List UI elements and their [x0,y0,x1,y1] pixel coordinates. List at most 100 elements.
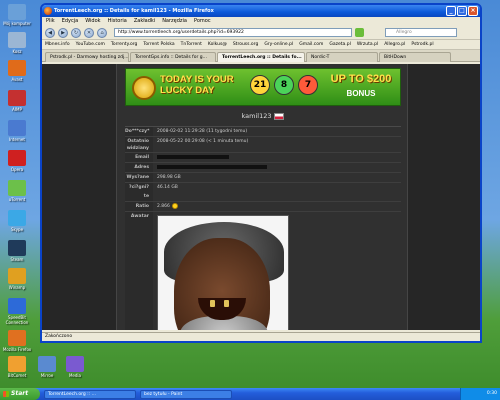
desktop-icon-skype[interactable]: Skype [0,210,34,232]
menu-file[interactable]: Plik [46,17,55,26]
utorrent-icon [8,180,26,196]
ad-banner[interactable]: TODAY IS YOUR LUCKY DAY 21 8 7 UP TO $20… [125,68,401,106]
tab-bithdown[interactable]: BitHDown [379,52,451,62]
casino-logo-icon [132,76,156,100]
bookmark-item[interactable]: TnTorrent [181,40,202,49]
desktop-icon-recycle-bin[interactable]: Kosz [0,32,34,54]
desktop-icon-winamp[interactable]: Winamp [0,268,34,290]
computer-icon [8,4,26,20]
table-row: ?ci?gni?te 46.14 GB [125,183,401,202]
bookmark-item[interactable]: Gmail.com [299,40,323,49]
back-button[interactable]: ◀ [45,27,55,38]
row-label: Ratio [125,202,153,211]
bookmarks-toolbar: Mbnes.info YouTube.com Torrenty.org Torr… [42,40,480,50]
firefox-window: TorrentLeech.org :: Details for kamil123… [40,3,482,343]
table-row: Awatar [125,212,401,330]
bitcomet-icon [8,356,26,372]
bookmark-item[interactable]: YouTube.com [76,40,105,49]
tab-torrentleech[interactable]: TorrentLeech.org :: Details fo... [217,52,305,62]
desktop-icon-utorrent[interactable]: uTorrent [0,180,34,202]
bookmark-item[interactable]: Pstrodk.pl [411,40,433,49]
go-button[interactable] [355,28,364,37]
menu-help[interactable]: Pomoc [194,17,211,26]
bookmark-item[interactable]: Gazeta.pl [329,40,350,49]
desktop-icon-bitcomet[interactable]: BitComet [0,356,34,378]
tab-postimg[interactable]: Pstrodk.pl - Darmowy hosting zdj... [45,52,129,62]
bookmark-item[interactable]: Mbnes.info [45,40,70,49]
bookmark-item[interactable]: Allegro.pl [384,40,405,49]
menu-bar: Plik Edycja Widok Historia Zakładki Narz… [42,17,480,26]
taskbar-item-firefox[interactable]: TorrentLeech.org :: ... [44,389,136,399]
avatar-tooth [210,300,215,307]
taskbar-item-paint[interactable]: bez tytułu - Paint [140,389,232,399]
row-value: 2008-05-22 00:29:08 (< 1 minuta temu) [157,139,249,144]
desktop-icon-aimp[interactable]: AIMP [0,90,34,112]
home-button[interactable]: ⌂ [97,27,107,38]
row-label: Ostatnio widziany [125,137,153,152]
desktop-icon-steam[interactable]: Steam [0,240,34,262]
menu-view[interactable]: Widok [85,17,100,26]
lottery-ball: 21 [250,75,270,95]
row-value: 2008-02-02 11:29:28 (11 tygodni temu) [157,129,248,134]
menu-edit[interactable]: Edycja [62,17,79,26]
bookmark-item[interactable]: Torrent Polska [143,40,174,49]
avatar-tooth [224,300,229,307]
row-label: Wys?ane [125,173,153,182]
tab-nordic-t[interactable]: Nordic-T [306,52,378,62]
row-label: Awatar [125,212,153,330]
page-column: TODAY IS YOUR LUCKY DAY 21 8 7 UP TO $20… [116,64,408,330]
opera-icon [8,150,26,166]
desktop-icon-media[interactable]: Media [58,356,92,378]
title-bar[interactable]: TorrentLeech.org :: Details for kamil123… [42,5,480,17]
banner-offer: UP TO $200 [330,73,392,85]
stop-button[interactable]: ✕ [84,27,94,38]
row-label: Email [125,153,153,162]
banner-bonus: BONUS [346,89,376,98]
redacted-address [157,164,267,169]
skype-icon [8,210,26,226]
lottery-ball: 8 [274,75,294,95]
table-row: Ostatnio widziany 2008-05-22 00:29:08 (<… [125,137,401,153]
username-text: kamil123 [241,112,272,120]
desktop-icon-avast[interactable]: Avast [0,60,34,82]
ratio-value: 2.866 [157,204,170,209]
bookmark-item[interactable]: Wrzuta.pl [357,40,378,49]
desktop-icon-opera[interactable]: Opera [0,150,34,172]
menu-history[interactable]: Historia [108,17,127,26]
steam-icon [8,240,26,256]
windows-logo-icon [3,391,9,397]
row-value: 298.98 GB [157,175,181,180]
window-title: TorrentLeech.org :: Details for kamil123… [54,8,214,14]
bookmark-item[interactable]: Gry-online.pl [264,40,293,49]
bookmark-item[interactable]: Kolkus@ [208,40,227,49]
firefox-icon [44,7,52,15]
mirroe-icon [38,356,56,372]
row-value-redacted [153,163,401,172]
reload-button[interactable]: ↻ [71,27,81,38]
table-row: Ratio 2.866 [125,202,401,212]
desktop-icon-firefox[interactable]: Mozilla Firefox [0,330,34,352]
forward-button[interactable]: ▶ [58,27,68,38]
table-row: Wys?ane 298.98 GB [125,173,401,183]
menu-tools[interactable]: Narzędzia [162,17,187,26]
profile-username: kamil123 [117,112,409,120]
aimp-icon [8,90,26,106]
system-tray-clock: 0:30 [460,388,500,400]
maximize-button[interactable]: □ [457,6,467,16]
media-icon [66,356,84,372]
url-bar[interactable]: http://www.torrentleech.org/userdetails.… [114,28,352,37]
search-input[interactable]: Allegro [385,28,457,37]
bookmark-item[interactable]: Torrenty.org [111,40,137,49]
desktop-icon-speedbit[interactable]: SpeedBit Connection [0,298,34,325]
lottery-ball: 7 [298,75,318,95]
tab-torrentgps[interactable]: TorrentGps.info :: Details for g... [130,52,216,62]
minimize-button[interactable]: _ [446,6,456,16]
page-content: TODAY IS YOUR LUCKY DAY 21 8 7 UP TO $20… [42,64,480,330]
menu-bookmarks[interactable]: Zakładki [134,17,155,26]
desktop-icon-my-computer[interactable]: Mój komputer [0,4,34,26]
bookmark-item[interactable]: Strouss.org [233,40,258,49]
status-bar: Zakończono [42,332,480,341]
desktop-icon-internet[interactable]: Internet [0,120,34,142]
start-button[interactable]: Start [0,388,40,400]
close-button[interactable]: × [468,6,478,16]
